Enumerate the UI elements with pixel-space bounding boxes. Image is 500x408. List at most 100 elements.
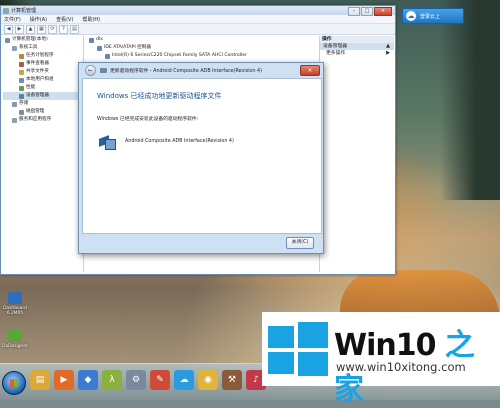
device-category-icon xyxy=(105,53,110,59)
help-icon[interactable]: ? xyxy=(59,24,68,34)
dialog-close-x-button[interactable]: × xyxy=(300,65,320,76)
tree-item[interactable]: 共享文件夹 xyxy=(3,68,83,76)
dashboard-icon xyxy=(8,292,22,304)
app-icon[interactable]: ◆ xyxy=(78,370,98,390)
tree-item[interactable]: 服务和应用程序 xyxy=(3,116,83,124)
device-tree-label: IDE ATA/ATAPI 控制器 xyxy=(104,45,151,50)
media-player-icon[interactable]: ▶ xyxy=(54,370,74,390)
close-dialog-button[interactable]: 关闭(C) xyxy=(286,237,314,249)
tree-node-icon xyxy=(19,53,24,59)
minimize-button[interactable]: – xyxy=(348,7,360,16)
update-driver-dialog: ← 更新驱动程序软件 - Android Composite ADB Inter… xyxy=(78,62,324,254)
menu-item[interactable]: 查看(V) xyxy=(56,16,73,23)
tools-icon[interactable]: ⚒ xyxy=(222,370,242,390)
tree-item[interactable]: 性能 xyxy=(3,84,83,92)
tree-item[interactable]: 计算机管理(本地) xyxy=(3,36,83,44)
action-device-manager[interactable]: 设备管理器 ▲ xyxy=(320,43,394,50)
chevron-right-icon: ▶ xyxy=(386,50,390,56)
cloud-login-label: 登录云上 xyxy=(420,13,441,20)
view-icon[interactable]: ▦ xyxy=(37,24,46,34)
dialog-footer: 关闭(C) xyxy=(82,234,320,250)
tree-item-label: 磁盘管理 xyxy=(26,109,45,114)
tree-node-icon xyxy=(19,85,24,91)
device-tree-item[interactable]: dlx xyxy=(85,36,317,44)
chrome-icon[interactable]: ◉ xyxy=(198,370,218,390)
hardware-icon xyxy=(100,67,107,73)
tree-item[interactable]: 系统工具 xyxy=(3,44,83,52)
tree-item-label: 性能 xyxy=(26,85,36,90)
watermark-url: www.win10xitong.com xyxy=(336,360,466,374)
device-manager-icon[interactable]: ⚙ xyxy=(126,370,146,390)
lambda-icon[interactable]: λ xyxy=(102,370,122,390)
windows-logo-icon xyxy=(268,320,328,376)
menu-item[interactable]: 帮助(H) xyxy=(82,16,100,23)
cloud-sync-icon[interactable]: ☁ xyxy=(174,370,194,390)
dialog-body: Windows 已经成功地更新驱动程序文件 Windows 已经完成安装此设备的… xyxy=(82,78,322,234)
tree-item-label: 事件查看器 xyxy=(26,61,49,66)
tree-node-icon xyxy=(12,45,17,51)
device-tree-item[interactable]: Intel(R) 6 Series/C220 Chipset Family SA… xyxy=(85,52,317,60)
collapse-arrow-icon: ▲ xyxy=(386,43,390,49)
forward-icon[interactable]: ▶ xyxy=(15,24,24,34)
tree-item[interactable]: 本地用户和组 xyxy=(3,76,83,84)
action-more[interactable]: 更多操作 ▶ xyxy=(320,50,394,57)
device-tree-label: dlx xyxy=(96,37,103,42)
computer-management-icon xyxy=(3,7,9,14)
tree-item[interactable]: 存储 xyxy=(3,100,83,108)
tree-item-label: 存储 xyxy=(19,101,29,106)
tree-node-icon xyxy=(19,109,24,115)
toolbar: ◀ ▶ ▲ ▦ ⟳? ▤ xyxy=(1,24,395,35)
tree-item[interactable]: 事件查看器 xyxy=(3,60,83,68)
window-titlebar[interactable]: 计算机管理 – □ × xyxy=(1,6,395,16)
tree-node-icon xyxy=(5,37,10,43)
back-arrow-icon[interactable]: ← xyxy=(85,64,96,76)
device-row: Android Composite ADB Interface(Revision… xyxy=(99,135,234,150)
actions-header: 操作 xyxy=(320,36,394,43)
tree-node-icon xyxy=(12,101,17,107)
menu-item[interactable]: 文件(F) xyxy=(4,16,21,23)
tree-item[interactable]: 任务计划程序 xyxy=(3,52,83,60)
tree-item-label: 本地用户和组 xyxy=(26,77,54,82)
maximize-button[interactable]: □ xyxy=(361,7,373,16)
paint-icon[interactable]: ✎ xyxy=(150,370,170,390)
tree-item-label: 设备管理器 xyxy=(26,93,49,98)
refresh-icon[interactable]: ⟳ xyxy=(48,24,57,34)
up-icon[interactable]: ▲ xyxy=(26,24,35,34)
tree-node-icon xyxy=(19,77,24,83)
explorer-icon[interactable]: ▤ xyxy=(30,370,50,390)
device-name: Android Composite ADB Interface(Revision… xyxy=(125,139,234,144)
desktop-icon-dxdesigner[interactable]: DxDesigner xyxy=(2,330,28,349)
close-button[interactable]: × xyxy=(374,7,392,16)
device-category-icon xyxy=(97,45,102,51)
tree-item[interactable]: 磁盘管理 xyxy=(3,108,83,116)
back-icon[interactable]: ◀ xyxy=(4,24,13,34)
desktop-icon-label: Dashboard 6.2M05 xyxy=(3,306,27,316)
cloud-login-button[interactable]: ☁ 登录云上 xyxy=(402,8,464,24)
window-controls: – □ × xyxy=(347,7,392,16)
watermark-title-prefix: Win10 xyxy=(334,328,436,363)
tree-item-label: 计算机管理(本地) xyxy=(12,37,48,42)
tree-item-label: 服务和应用程序 xyxy=(19,117,52,122)
tree-item-label: 系统工具 xyxy=(19,45,38,50)
dxdesigner-icon xyxy=(8,330,22,342)
tree-node-icon xyxy=(19,69,24,75)
dialog-title: 更新驱动程序软件 - Android Composite ADB Interfa… xyxy=(110,68,262,74)
properties-icon[interactable]: ▤ xyxy=(70,24,79,34)
dialog-titlebar[interactable]: ← 更新驱动程序软件 - Android Composite ADB Inter… xyxy=(79,63,323,77)
console-tree: 计算机管理(本地) 系统工具任务计划程序 事件查看器共享文件夹 本地用户和组 性能设备管… xyxy=(3,36,84,272)
device-category-icon xyxy=(89,37,94,43)
desktop-tree-right xyxy=(440,0,500,200)
tree-node-icon xyxy=(19,93,24,99)
device-tree-label: Intel(R) 6 Series/C220 Chipset Family SA… xyxy=(112,53,247,58)
tree-node-icon xyxy=(12,117,17,123)
actions-pane: 操作 设备管理器 ▲ 更多操作 ▶ xyxy=(319,36,394,272)
usb-device-icon xyxy=(99,135,116,150)
cloud-icon: ☁ xyxy=(406,11,416,21)
dialog-message: Windows 已经完成安装此设备的驱动程序软件: xyxy=(97,117,199,122)
menu-item[interactable]: 操作(A) xyxy=(30,16,47,23)
action-more-label: 更多操作 xyxy=(326,51,346,56)
desktop-icon-dashboard[interactable]: Dashboard 6.2M05 xyxy=(2,292,28,316)
start-button[interactable] xyxy=(2,371,26,395)
device-tree-item[interactable]: IDE ATA/ATAPI 控制器 xyxy=(85,44,317,52)
tree-item[interactable]: 设备管理器 xyxy=(3,92,83,100)
